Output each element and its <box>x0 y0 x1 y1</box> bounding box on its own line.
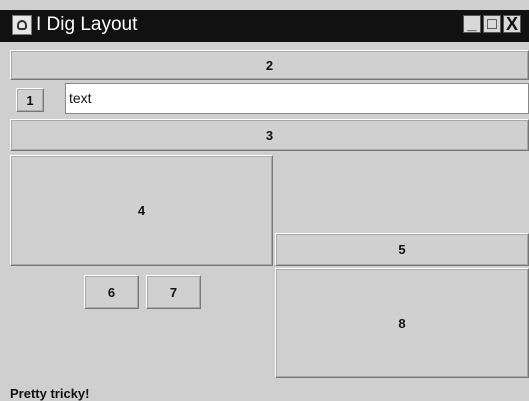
app-window: I Dig Layout _ □ X 2 1 text 3 4 5 6 7 8 … <box>0 0 529 401</box>
title-bar[interactable]: I Dig Layout _ □ X <box>0 10 529 42</box>
button-2[interactable]: 2 <box>10 50 529 80</box>
button-4[interactable]: 4 <box>10 155 273 266</box>
maximize-button[interactable]: □ <box>483 15 501 33</box>
button-3[interactable]: 3 <box>10 119 529 151</box>
text-field[interactable]: text <box>65 83 529 114</box>
button-5[interactable]: 5 <box>275 233 529 266</box>
button-8[interactable]: 8 <box>275 268 529 378</box>
window-title: I Dig Layout <box>36 14 138 35</box>
status-label: Pretty tricky! <box>10 386 90 401</box>
button-1[interactable]: 1 <box>16 88 44 112</box>
close-button[interactable]: X <box>503 15 521 33</box>
minimize-button[interactable]: _ <box>463 15 481 33</box>
app-icon <box>12 15 32 35</box>
content-panel: 2 1 text 3 4 5 6 7 8 <box>0 42 529 401</box>
button-6[interactable]: 6 <box>84 275 139 309</box>
button-7[interactable]: 7 <box>146 275 201 309</box>
